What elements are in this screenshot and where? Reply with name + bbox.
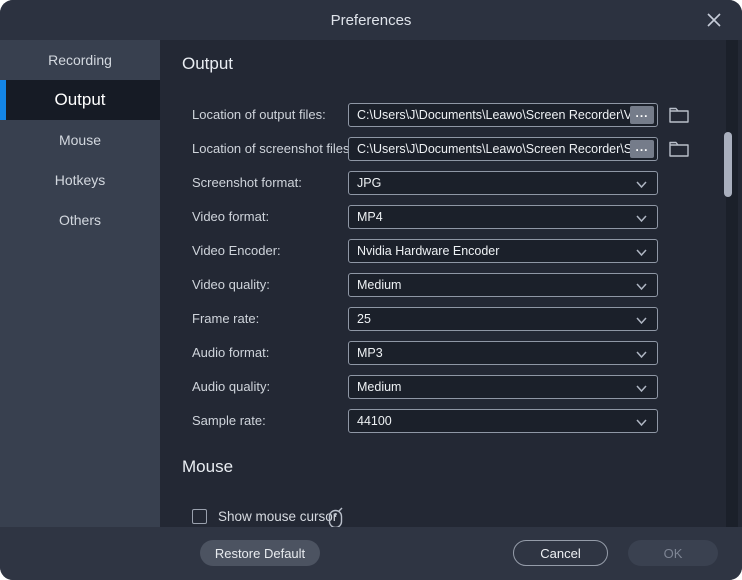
cancel-button[interactable]: Cancel [513, 540, 608, 566]
mouse-section-header: Mouse [182, 457, 233, 477]
video-quality-select[interactable]: Medium [348, 273, 658, 297]
output-section-header: Output [182, 54, 233, 74]
show-mouse-cursor-row: Show mouse cursor [160, 505, 742, 527]
sidebar-item-label: Output [54, 90, 105, 110]
sample-rate-select[interactable]: 44100 [348, 409, 658, 433]
video-format-select[interactable]: MP4 [348, 205, 658, 229]
sidebar-item-hotkeys[interactable]: Hotkeys [0, 160, 160, 200]
audio-format-select[interactable]: MP3 [348, 341, 658, 365]
field-label: Video Encoder: [192, 239, 281, 263]
browse-button[interactable]: ... [630, 140, 654, 158]
video-format-row: Video format: MP4 [160, 205, 742, 229]
video-encoder-row: Video Encoder: Nvidia Hardware Encoder [160, 239, 742, 263]
folder-icon [668, 105, 690, 125]
frame-rate-select[interactable]: 25 [348, 307, 658, 331]
open-folder-button[interactable] [668, 105, 690, 125]
output-location-row: Location of output files: C:\Users\J\Doc… [160, 103, 742, 127]
chevron-down-icon [635, 178, 648, 191]
close-icon [705, 11, 723, 29]
output-location-value: C:\Users\J\Documents\Leawo\Screen Record… [357, 108, 642, 122]
restore-default-button[interactable]: Restore Default [200, 540, 320, 566]
audio-quality-select[interactable]: Medium [348, 375, 658, 399]
window-title: Preferences [331, 12, 412, 29]
selected-value: Medium [357, 380, 401, 394]
frame-rate-row: Frame rate: 25 [160, 307, 742, 331]
selected-value: Medium [357, 278, 401, 292]
chevron-down-icon [635, 314, 648, 327]
screenshot-location-field[interactable]: C:\Users\J\Documents\Leawo\Screen Record… [348, 137, 658, 161]
sidebar-item-label: Hotkeys [55, 172, 106, 188]
screenshot-location-value: C:\Users\J\Documents\Leawo\Screen Record… [357, 142, 646, 156]
chevron-down-icon [635, 280, 648, 293]
sidebar-item-label: Others [59, 212, 101, 228]
field-label: Audio quality: [192, 375, 270, 399]
close-button[interactable] [700, 6, 728, 34]
show-mouse-cursor-checkbox[interactable] [192, 509, 207, 524]
browse-button[interactable]: ... [630, 106, 654, 124]
sidebar-item-mouse[interactable]: Mouse [0, 120, 160, 160]
screenshot-format-row: Screenshot format: JPG [160, 171, 742, 195]
ok-button[interactable]: OK [628, 540, 718, 566]
preferences-window: Preferences Recording Output Mouse Hotke… [0, 0, 742, 580]
footer-bar: Restore Default Cancel OK [0, 527, 742, 580]
selected-value: Nvidia Hardware Encoder [357, 244, 499, 258]
screenshot-location-row: Location of screenshot files: C:\Users\J… [160, 137, 742, 161]
chevron-down-icon [635, 348, 648, 361]
chevron-down-icon [635, 382, 648, 395]
sidebar-item-others[interactable]: Others [0, 200, 160, 240]
sidebar-item-label: Mouse [59, 132, 101, 148]
selected-value: 25 [357, 312, 371, 326]
scrollbar-track[interactable] [726, 40, 738, 527]
chevron-down-icon [635, 246, 648, 259]
selected-value: 44100 [357, 414, 392, 428]
sidebar-item-label: Recording [48, 52, 112, 68]
sample-rate-row: Sample rate: 44100 [160, 409, 742, 433]
field-label: Video format: [192, 205, 269, 229]
mouse-icon [327, 507, 344, 527]
chevron-down-icon [635, 212, 648, 225]
field-label: Location of output files: [192, 103, 326, 127]
video-encoder-select[interactable]: Nvidia Hardware Encoder [348, 239, 658, 263]
field-label: Screenshot format: [192, 171, 302, 195]
field-label: Location of screenshot files: [192, 137, 353, 161]
folder-icon [668, 139, 690, 159]
selected-value: MP3 [357, 346, 383, 360]
output-location-field[interactable]: C:\Users\J\Documents\Leawo\Screen Record… [348, 103, 658, 127]
sidebar: Recording Output Mouse Hotkeys Others [0, 40, 160, 527]
screenshot-format-select[interactable]: JPG [348, 171, 658, 195]
field-label: Video quality: [192, 273, 270, 297]
open-folder-button[interactable] [668, 139, 690, 159]
sidebar-item-output[interactable]: Output [0, 80, 160, 120]
field-label: Frame rate: [192, 307, 259, 331]
sidebar-item-recording[interactable]: Recording [0, 40, 160, 80]
audio-quality-row: Audio quality: Medium [160, 375, 742, 399]
titlebar: Preferences [0, 0, 742, 40]
settings-panel: Output Location of output files: C:\User… [160, 40, 742, 527]
field-label: Audio format: [192, 341, 269, 365]
field-label: Sample rate: [192, 409, 266, 433]
selected-value: MP4 [357, 210, 383, 224]
checkbox-label: Show mouse cursor [218, 505, 337, 527]
chevron-down-icon [635, 416, 648, 429]
video-quality-row: Video quality: Medium [160, 273, 742, 297]
audio-format-row: Audio format: MP3 [160, 341, 742, 365]
scrollbar-thumb[interactable] [724, 132, 732, 197]
selected-value: JPG [357, 176, 381, 190]
